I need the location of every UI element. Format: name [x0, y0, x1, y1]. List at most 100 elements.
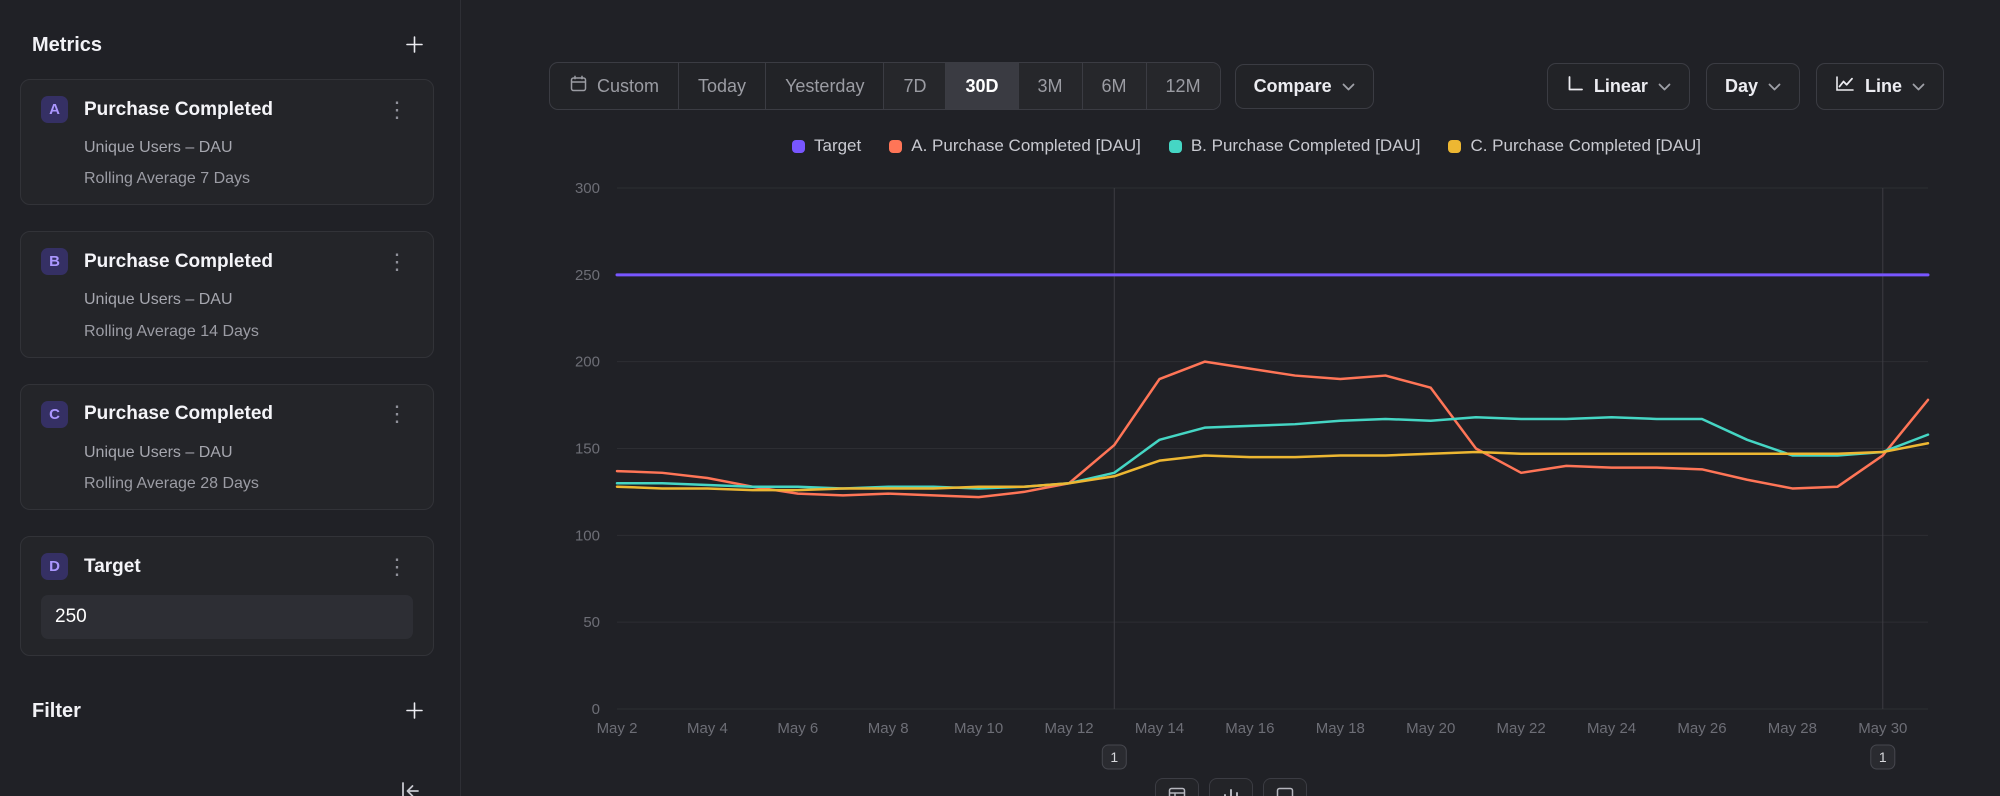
- add-metric-button[interactable]: [405, 35, 424, 57]
- svg-text:May 4: May 4: [687, 720, 728, 737]
- svg-text:50: 50: [583, 614, 600, 631]
- metrics-sidebar: Metrics A Purchase Completed ⋮ Unique Us…: [0, 0, 461, 796]
- view-toggle-bar: [1155, 778, 1307, 796]
- range-yesterday-button[interactable]: Yesterday: [765, 63, 883, 109]
- range-custom-label: Custom: [597, 76, 659, 97]
- svg-text:May 12: May 12: [1044, 720, 1093, 737]
- metric-measurement[interactable]: Unique Users – DAU: [84, 290, 413, 309]
- metric-card-c[interactable]: C Purchase Completed ⋮ Unique Users – DA…: [20, 384, 434, 510]
- chart-type-selector-button[interactable]: Line: [1816, 63, 1944, 110]
- range-7d-button[interactable]: 7D: [883, 63, 945, 109]
- chart-type-label: Line: [1865, 76, 1902, 97]
- series-badge-c: C: [41, 401, 68, 428]
- chart-area: 05010015020025030011May 2May 4May 6May 8…: [549, 162, 1944, 787]
- metric-view-button[interactable]: [1263, 778, 1307, 796]
- legend-label: Target: [814, 136, 861, 156]
- metrics-title: Metrics: [32, 34, 102, 57]
- legend-swatch-a: [889, 140, 902, 153]
- svg-text:May 18: May 18: [1316, 720, 1365, 737]
- svg-text:250: 250: [575, 267, 600, 284]
- insights-report: Metrics A Purchase Completed ⋮ Unique Us…: [0, 0, 2000, 796]
- metric-menu-button[interactable]: ⋮: [381, 251, 413, 273]
- bar-view-button[interactable]: [1209, 778, 1253, 796]
- series-badge-b: B: [41, 248, 68, 275]
- svg-text:May 16: May 16: [1225, 720, 1274, 737]
- chart-panel: Custom Today Yesterday 7D 30D 3M 6M 12M …: [461, 0, 2000, 796]
- target-card[interactable]: D Target ⋮: [20, 536, 434, 656]
- legend-swatch-b: [1169, 140, 1182, 153]
- compare-label: Compare: [1254, 76, 1332, 97]
- range-custom-button[interactable]: Custom: [550, 63, 678, 109]
- svg-text:0: 0: [592, 701, 600, 718]
- legend-label: C. Purchase Completed [DAU]: [1470, 136, 1701, 156]
- svg-text:May 10: May 10: [954, 720, 1003, 737]
- metric-card-a[interactable]: A Purchase Completed ⋮ Unique Users – DA…: [20, 79, 434, 205]
- range-3m-button[interactable]: 3M: [1018, 63, 1082, 109]
- metric-rolling-average[interactable]: Rolling Average 7 Days: [84, 169, 413, 188]
- svg-text:May 22: May 22: [1497, 720, 1546, 737]
- table-view-icon: [1168, 787, 1186, 796]
- scale-selector-button[interactable]: Linear: [1547, 63, 1690, 110]
- line-chart-icon: [1835, 75, 1855, 97]
- svg-text:1: 1: [1110, 749, 1118, 765]
- svg-text:May 2: May 2: [597, 720, 638, 737]
- metric-measurement[interactable]: Unique Users – DAU: [84, 138, 413, 157]
- chart-settings-group: Linear Day Line: [1547, 63, 1944, 110]
- metric-measurement[interactable]: Unique Users – DAU: [84, 443, 413, 462]
- svg-text:May 28: May 28: [1768, 720, 1817, 737]
- svg-text:1: 1: [1879, 749, 1887, 765]
- plus-icon: [405, 701, 424, 723]
- scale-label: Linear: [1594, 76, 1648, 97]
- svg-text:May 20: May 20: [1406, 720, 1455, 737]
- series-badge-d: D: [41, 553, 68, 580]
- metrics-line-chart[interactable]: 05010015020025030011May 2May 4May 6May 8…: [549, 162, 1944, 782]
- range-6m-button[interactable]: 6M: [1082, 63, 1146, 109]
- date-range-control: Custom Today Yesterday 7D 30D 3M 6M 12M: [549, 62, 1221, 110]
- series-badge-a: A: [41, 96, 68, 123]
- chevron-down-icon: [1342, 76, 1355, 97]
- range-today-button[interactable]: Today: [678, 63, 765, 109]
- metric-card-b[interactable]: B Purchase Completed ⋮ Unique Users – DA…: [20, 231, 434, 357]
- filter-title: Filter: [32, 700, 81, 723]
- target-value-input[interactable]: [41, 595, 413, 639]
- legend-swatch-target: [792, 140, 805, 153]
- metric-rolling-average[interactable]: Rolling Average 28 Days: [84, 474, 413, 493]
- metric-rolling-average[interactable]: Rolling Average 14 Days: [84, 322, 413, 341]
- filter-header: Filter: [20, 700, 434, 723]
- svg-text:300: 300: [575, 180, 600, 197]
- collapse-sidebar-button[interactable]: [398, 780, 422, 796]
- chevron-down-icon: [1912, 76, 1925, 97]
- legend-item-b[interactable]: B. Purchase Completed [DAU]: [1169, 136, 1421, 156]
- chevron-down-icon: [1768, 76, 1781, 97]
- metric-title: Purchase Completed: [84, 251, 365, 273]
- svg-text:100: 100: [575, 527, 600, 544]
- number-view-icon: [1276, 787, 1294, 796]
- metric-title: Purchase Completed: [84, 99, 365, 121]
- legend-label: A. Purchase Completed [DAU]: [911, 136, 1141, 156]
- legend-item-a[interactable]: A. Purchase Completed [DAU]: [889, 136, 1141, 156]
- metric-menu-button[interactable]: ⋮: [381, 99, 413, 121]
- compare-button[interactable]: Compare: [1235, 64, 1374, 109]
- legend-item-c[interactable]: C. Purchase Completed [DAU]: [1448, 136, 1701, 156]
- legend-item-target[interactable]: Target: [792, 136, 861, 156]
- axis-icon: [1566, 75, 1584, 98]
- collapse-left-icon: [398, 780, 422, 796]
- add-filter-button[interactable]: [405, 701, 424, 723]
- metric-title: Purchase Completed: [84, 403, 365, 425]
- granularity-selector-button[interactable]: Day: [1706, 63, 1800, 110]
- metric-menu-button[interactable]: ⋮: [381, 403, 413, 425]
- chart-legend: Target A. Purchase Completed [DAU] B. Pu…: [549, 136, 1944, 156]
- granularity-label: Day: [1725, 76, 1758, 97]
- range-12m-button[interactable]: 12M: [1146, 63, 1220, 109]
- range-30d-button[interactable]: 30D: [945, 63, 1017, 109]
- plus-icon: [405, 35, 424, 57]
- svg-text:May 8: May 8: [868, 720, 909, 737]
- target-title: Target: [84, 556, 365, 578]
- table-view-button[interactable]: [1155, 778, 1199, 796]
- svg-text:May 26: May 26: [1677, 720, 1726, 737]
- target-menu-button[interactable]: ⋮: [381, 556, 413, 578]
- svg-text:May 14: May 14: [1135, 720, 1184, 737]
- legend-swatch-c: [1448, 140, 1461, 153]
- chevron-down-icon: [1658, 76, 1671, 97]
- svg-text:May 30: May 30: [1858, 720, 1907, 737]
